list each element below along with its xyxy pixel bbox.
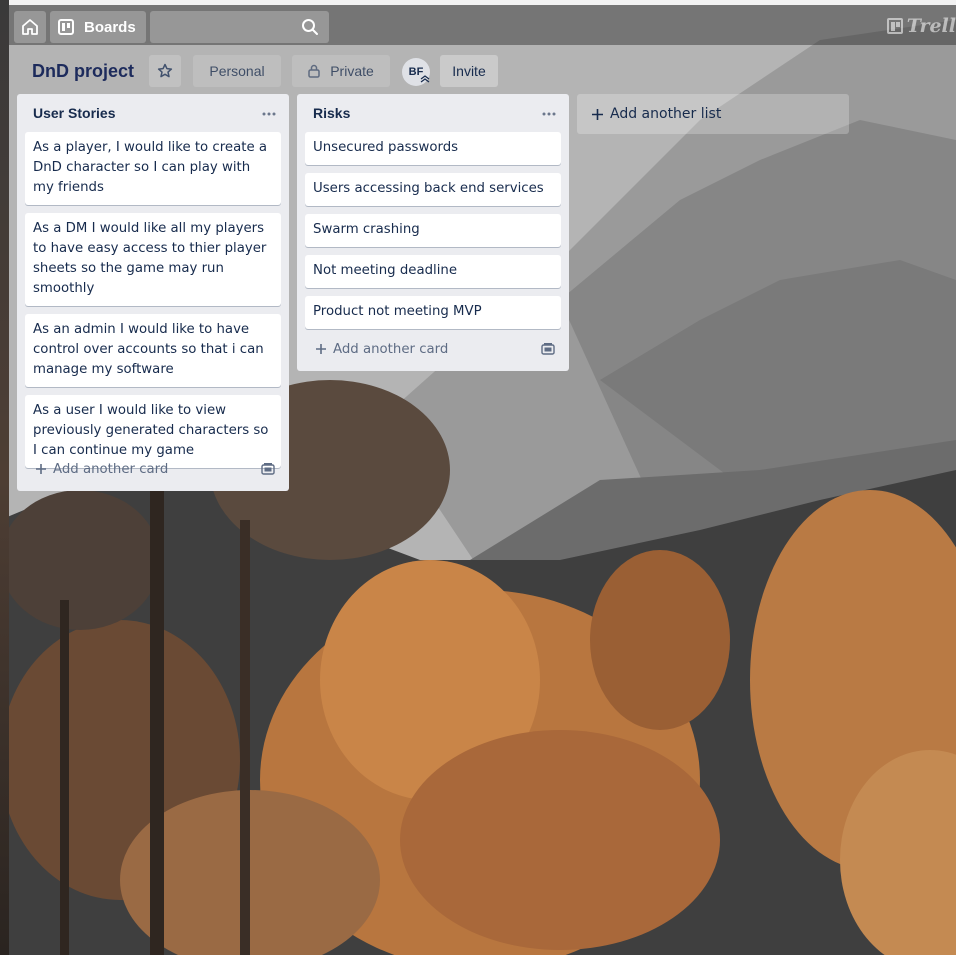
list-header: Risks: [297, 94, 569, 132]
template-icon[interactable]: [541, 342, 555, 356]
add-card-button[interactable]: Add another card: [25, 455, 281, 483]
card[interactable]: As a DM I would like all my players to h…: [25, 213, 281, 306]
list-header: User Stories: [17, 94, 289, 132]
add-list-button[interactable]: Add another list: [577, 94, 849, 134]
team-visibility-label: Personal: [209, 63, 265, 79]
privacy-button[interactable]: Private: [292, 55, 390, 87]
window-left-edge: [0, 0, 9, 955]
boards-icon: [58, 19, 74, 35]
more-icon: [542, 112, 556, 116]
template-icon[interactable]: [261, 462, 275, 476]
invite-label: Invite: [452, 63, 486, 79]
card-list: As a player, I would like to create a Dn…: [17, 132, 289, 468]
add-list-label: Add another list: [610, 106, 722, 122]
card[interactable]: Product not meeting MVP: [305, 296, 561, 329]
plus-icon: [316, 344, 326, 354]
add-card-label: Add another card: [333, 341, 449, 357]
list-menu-button[interactable]: [537, 102, 561, 126]
star-board-button[interactable]: [149, 55, 181, 87]
app-header: Boards Trell: [9, 5, 956, 45]
plus-icon: [592, 108, 603, 120]
star-icon: [157, 63, 173, 78]
home-button[interactable]: [14, 11, 46, 43]
card-list: Unsecured passwords Users accessing back…: [297, 132, 569, 329]
boards-label: Boards: [84, 18, 136, 36]
invite-button[interactable]: Invite: [440, 55, 498, 87]
logo-icon: [886, 18, 903, 34]
privacy-label: Private: [330, 63, 374, 79]
more-icon: [262, 112, 276, 116]
list-menu-button[interactable]: [257, 102, 281, 126]
plus-icon: [36, 464, 46, 474]
trello-logo[interactable]: Trell: [886, 15, 956, 37]
card[interactable]: Users accessing back end services: [305, 173, 561, 206]
logo-text: Trell: [906, 15, 956, 37]
list-user-stories: User Stories As a player, I would like t…: [17, 94, 289, 491]
list-risks: Risks Unsecured passwords Users accessin…: [297, 94, 569, 371]
card[interactable]: Not meeting deadline: [305, 255, 561, 288]
add-card-label: Add another card: [53, 461, 169, 477]
card[interactable]: As an admin I would like to have control…: [25, 314, 281, 387]
list-title[interactable]: Risks: [313, 105, 350, 121]
card[interactable]: Unsecured passwords: [305, 132, 561, 165]
home-icon: [22, 19, 38, 35]
board-title[interactable]: DnD project: [24, 55, 142, 87]
card[interactable]: Swarm crashing: [305, 214, 561, 247]
boards-button[interactable]: Boards: [50, 11, 146, 43]
team-visibility-button[interactable]: Personal: [193, 55, 281, 87]
list-title[interactable]: User Stories: [33, 105, 115, 121]
admin-chevron-icon: [420, 75, 430, 83]
lock-icon: [308, 64, 320, 78]
search-icon[interactable]: [301, 18, 319, 36]
add-card-button[interactable]: Add another card: [305, 335, 561, 363]
card[interactable]: As a player, I would like to create a Dn…: [25, 132, 281, 205]
